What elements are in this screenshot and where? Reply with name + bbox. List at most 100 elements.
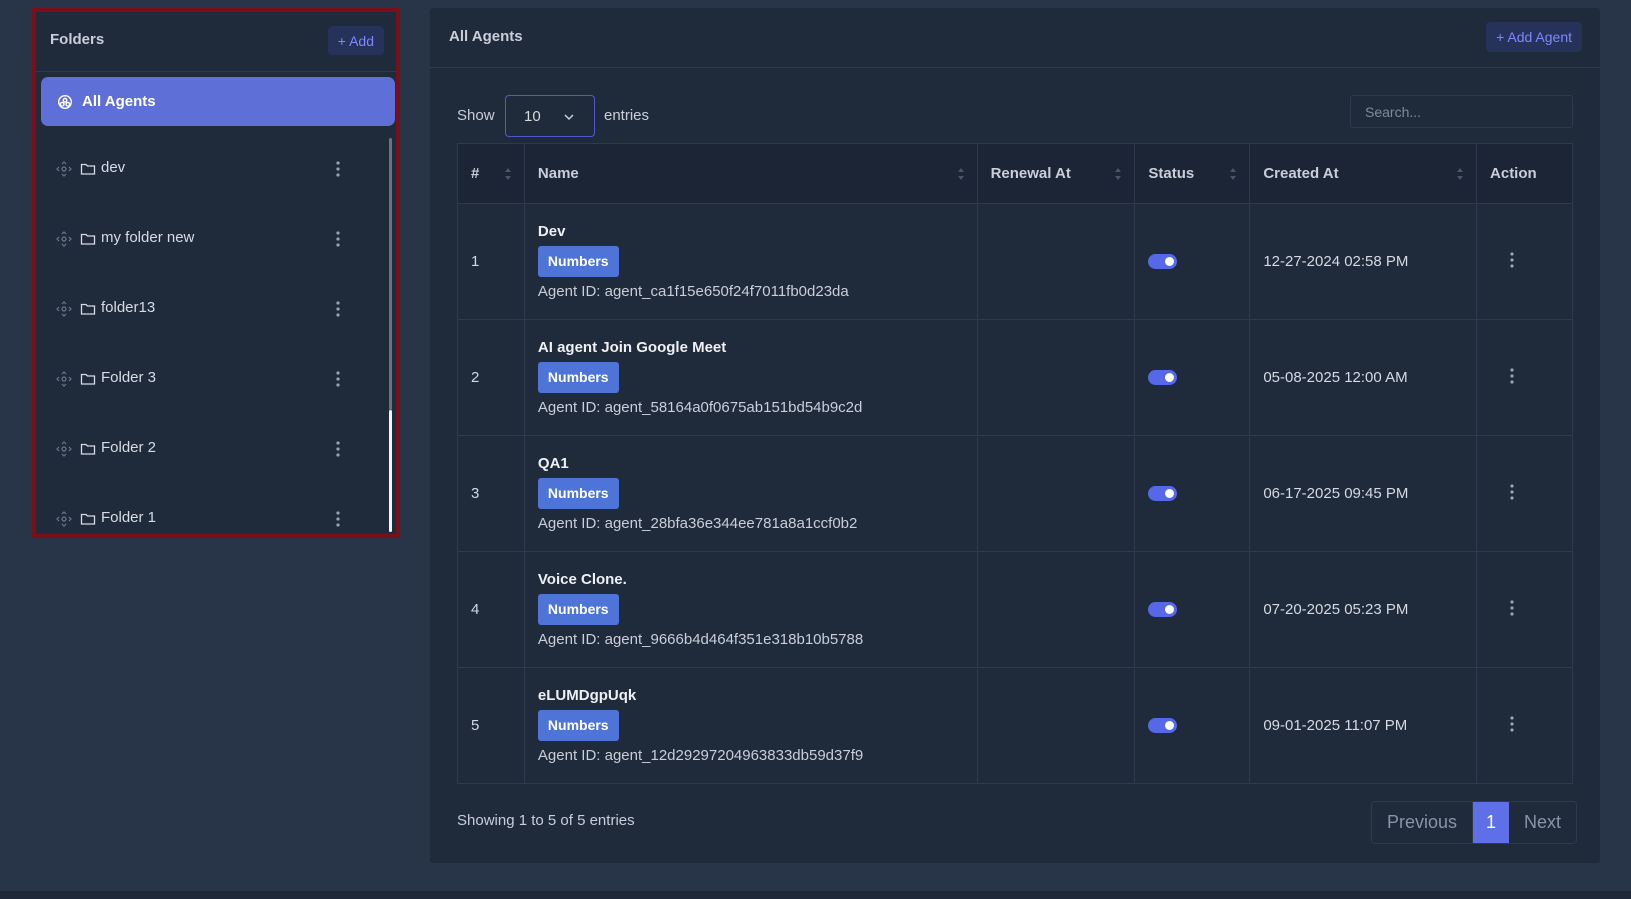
column-header-label: Created At: [1263, 165, 1339, 182]
agent-name[interactable]: AI agent Join Google Meet: [538, 339, 977, 356]
folder-icon: [80, 163, 96, 175]
drag-handle-icon[interactable]: [56, 371, 72, 387]
folder-item[interactable]: Folder 3: [36, 344, 396, 414]
status-toggle[interactable]: [1148, 718, 1178, 733]
status-cell: [1134, 551, 1251, 668]
status-toggle[interactable]: [1148, 602, 1178, 617]
more-options-icon[interactable]: [332, 439, 344, 459]
folder-item[interactable]: Folder 1: [36, 484, 396, 538]
folder-name: Folder 1: [101, 509, 157, 526]
more-options-icon[interactable]: [332, 159, 344, 179]
folder-icon: [80, 513, 96, 525]
column-header-label: Status: [1148, 165, 1195, 182]
add-agent-button[interactable]: + Add Agent: [1486, 22, 1582, 52]
more-options-icon[interactable]: [332, 369, 344, 389]
table-row: 5 eLUMDgpUqk Numbers Agent ID: agent_12d292…: [457, 667, 1573, 784]
drag-handle-icon[interactable]: [56, 301, 72, 317]
created-at: 07-20-2025 05:23 PM: [1249, 551, 1478, 668]
more-options-icon[interactable]: [1506, 482, 1518, 502]
action-cell: [1476, 551, 1573, 668]
agent-name[interactable]: eLUMDgpUqk: [538, 687, 977, 704]
folder-name: Folder 2: [101, 439, 157, 456]
numbers-badge[interactable]: Numbers: [537, 594, 619, 625]
folder-name: dev: [101, 159, 126, 176]
agent-id: Agent ID: agent_58164a0f0675ab151bd54b9c…: [537, 399, 863, 416]
created-at: 12-27-2024 02:58 PM: [1249, 203, 1478, 320]
numbers-badge[interactable]: Numbers: [537, 478, 619, 509]
created-at: 05-08-2025 12:00 AM: [1249, 319, 1478, 436]
pagination-next[interactable]: Next: [1509, 802, 1576, 843]
agents-icon: [57, 94, 73, 110]
agent-id: Agent ID: agent_12d29297204963833db59d37…: [537, 747, 864, 764]
pagination-previous[interactable]: Previous: [1372, 802, 1473, 843]
agent-name[interactable]: Dev: [538, 223, 977, 240]
agent-id: Agent ID: agent_9666b4d464f351e318b10b57…: [537, 631, 864, 648]
folder-icon: [80, 233, 96, 245]
numbers-badge[interactable]: Numbers: [537, 246, 619, 277]
status-toggle[interactable]: [1148, 254, 1178, 269]
column-header-name[interactable]: Name: [523, 143, 978, 204]
folder-item[interactable]: Folder 2: [36, 414, 396, 484]
numbers-badge[interactable]: Numbers: [537, 710, 619, 741]
numbers-badge[interactable]: Numbers: [537, 362, 619, 393]
more-options-icon[interactable]: [1506, 714, 1518, 734]
folder-name: my folder new: [101, 229, 195, 246]
table-row: 1 Dev Numbers Agent ID: agent_ca1f15e650f24…: [457, 203, 1573, 320]
page-title: All Agents: [449, 28, 523, 45]
table-row: 4 Voice Clone. Numbers Agent ID: agent_9666…: [457, 551, 1573, 668]
created-at: 09-01-2025 11:07 PM: [1249, 667, 1478, 784]
column-header-created[interactable]: Created At: [1249, 143, 1478, 204]
folder-list[interactable]: dev my folder new folder13 Folder 3 Folder 2…: [36, 134, 396, 538]
more-options-icon[interactable]: [332, 229, 344, 249]
add-folder-button[interactable]: + Add: [327, 26, 384, 55]
row-number: 1: [457, 203, 525, 320]
more-options-icon[interactable]: [332, 509, 344, 529]
pagination-page-1[interactable]: 1: [1473, 802, 1509, 843]
status-toggle[interactable]: [1148, 486, 1178, 501]
folder-item[interactable]: dev: [36, 134, 396, 204]
all-agents-label: All Agents: [82, 93, 156, 110]
status-toggle[interactable]: [1148, 370, 1178, 385]
search-input[interactable]: [1350, 95, 1573, 128]
main-panel: All Agents + Add Agent Show 10 entries #…: [430, 8, 1600, 863]
agent-name[interactable]: QA1: [538, 455, 977, 472]
agent-cell: eLUMDgpUqk Numbers Agent ID: agent_12d2929…: [523, 667, 978, 784]
agent-name[interactable]: Voice Clone.: [538, 571, 977, 588]
drag-handle-icon[interactable]: [56, 231, 72, 247]
column-header-status[interactable]: Status: [1134, 143, 1251, 204]
agent-cell: QA1 Numbers Agent ID: agent_28bfa36e344ee7…: [523, 435, 978, 552]
folder-item[interactable]: folder13: [36, 274, 396, 344]
entries-label: entries: [604, 107, 650, 124]
action-cell: [1476, 319, 1573, 436]
entries-select[interactable]: 10: [505, 95, 595, 137]
column-header-number[interactable]: #: [457, 143, 525, 204]
row-number: 5: [457, 667, 525, 784]
entries-value: 10: [524, 107, 541, 125]
more-options-icon[interactable]: [1506, 366, 1518, 386]
column-header-renewal[interactable]: Renewal At: [976, 143, 1136, 204]
folders-panel: Folders + Add All Agents dev my folder ne…: [32, 8, 400, 538]
folder-scrollbar-upper[interactable]: [389, 138, 392, 410]
agents-table: # Name Renewal At Status Created At Acti…: [457, 143, 1573, 784]
folder-icon: [80, 373, 96, 385]
row-number: 3: [457, 435, 525, 552]
sort-icon: [1230, 168, 1237, 180]
sort-icon: [504, 168, 511, 180]
agent-id: Agent ID: agent_28bfa36e344ee781a8a1ccf0…: [537, 515, 858, 532]
agent-cell: Voice Clone. Numbers Agent ID: agent_9666b…: [523, 551, 978, 668]
sidebar-item-all-agents[interactable]: All Agents: [41, 77, 395, 126]
table-header-row: # Name Renewal At Status Created At Acti…: [457, 143, 1573, 204]
column-header-label: Action: [1490, 165, 1537, 182]
folder-scrollbar-thumb[interactable]: [389, 410, 392, 532]
created-at: 06-17-2025 09:45 PM: [1249, 435, 1478, 552]
agent-cell: Dev Numbers Agent ID: agent_ca1f15e650f24f…: [523, 203, 978, 320]
folder-item[interactable]: my folder new: [36, 204, 396, 274]
more-options-icon[interactable]: [1506, 250, 1518, 270]
agent-id: Agent ID: agent_ca1f15e650f24f7011fb0d23…: [537, 283, 849, 300]
more-options-icon[interactable]: [332, 299, 344, 319]
drag-handle-icon[interactable]: [56, 511, 72, 527]
more-options-icon[interactable]: [1506, 598, 1518, 618]
drag-handle-icon[interactable]: [56, 161, 72, 177]
drag-handle-icon[interactable]: [56, 441, 72, 457]
table-row: 2 AI agent Join Google Meet Numbers Agent I…: [457, 319, 1573, 436]
